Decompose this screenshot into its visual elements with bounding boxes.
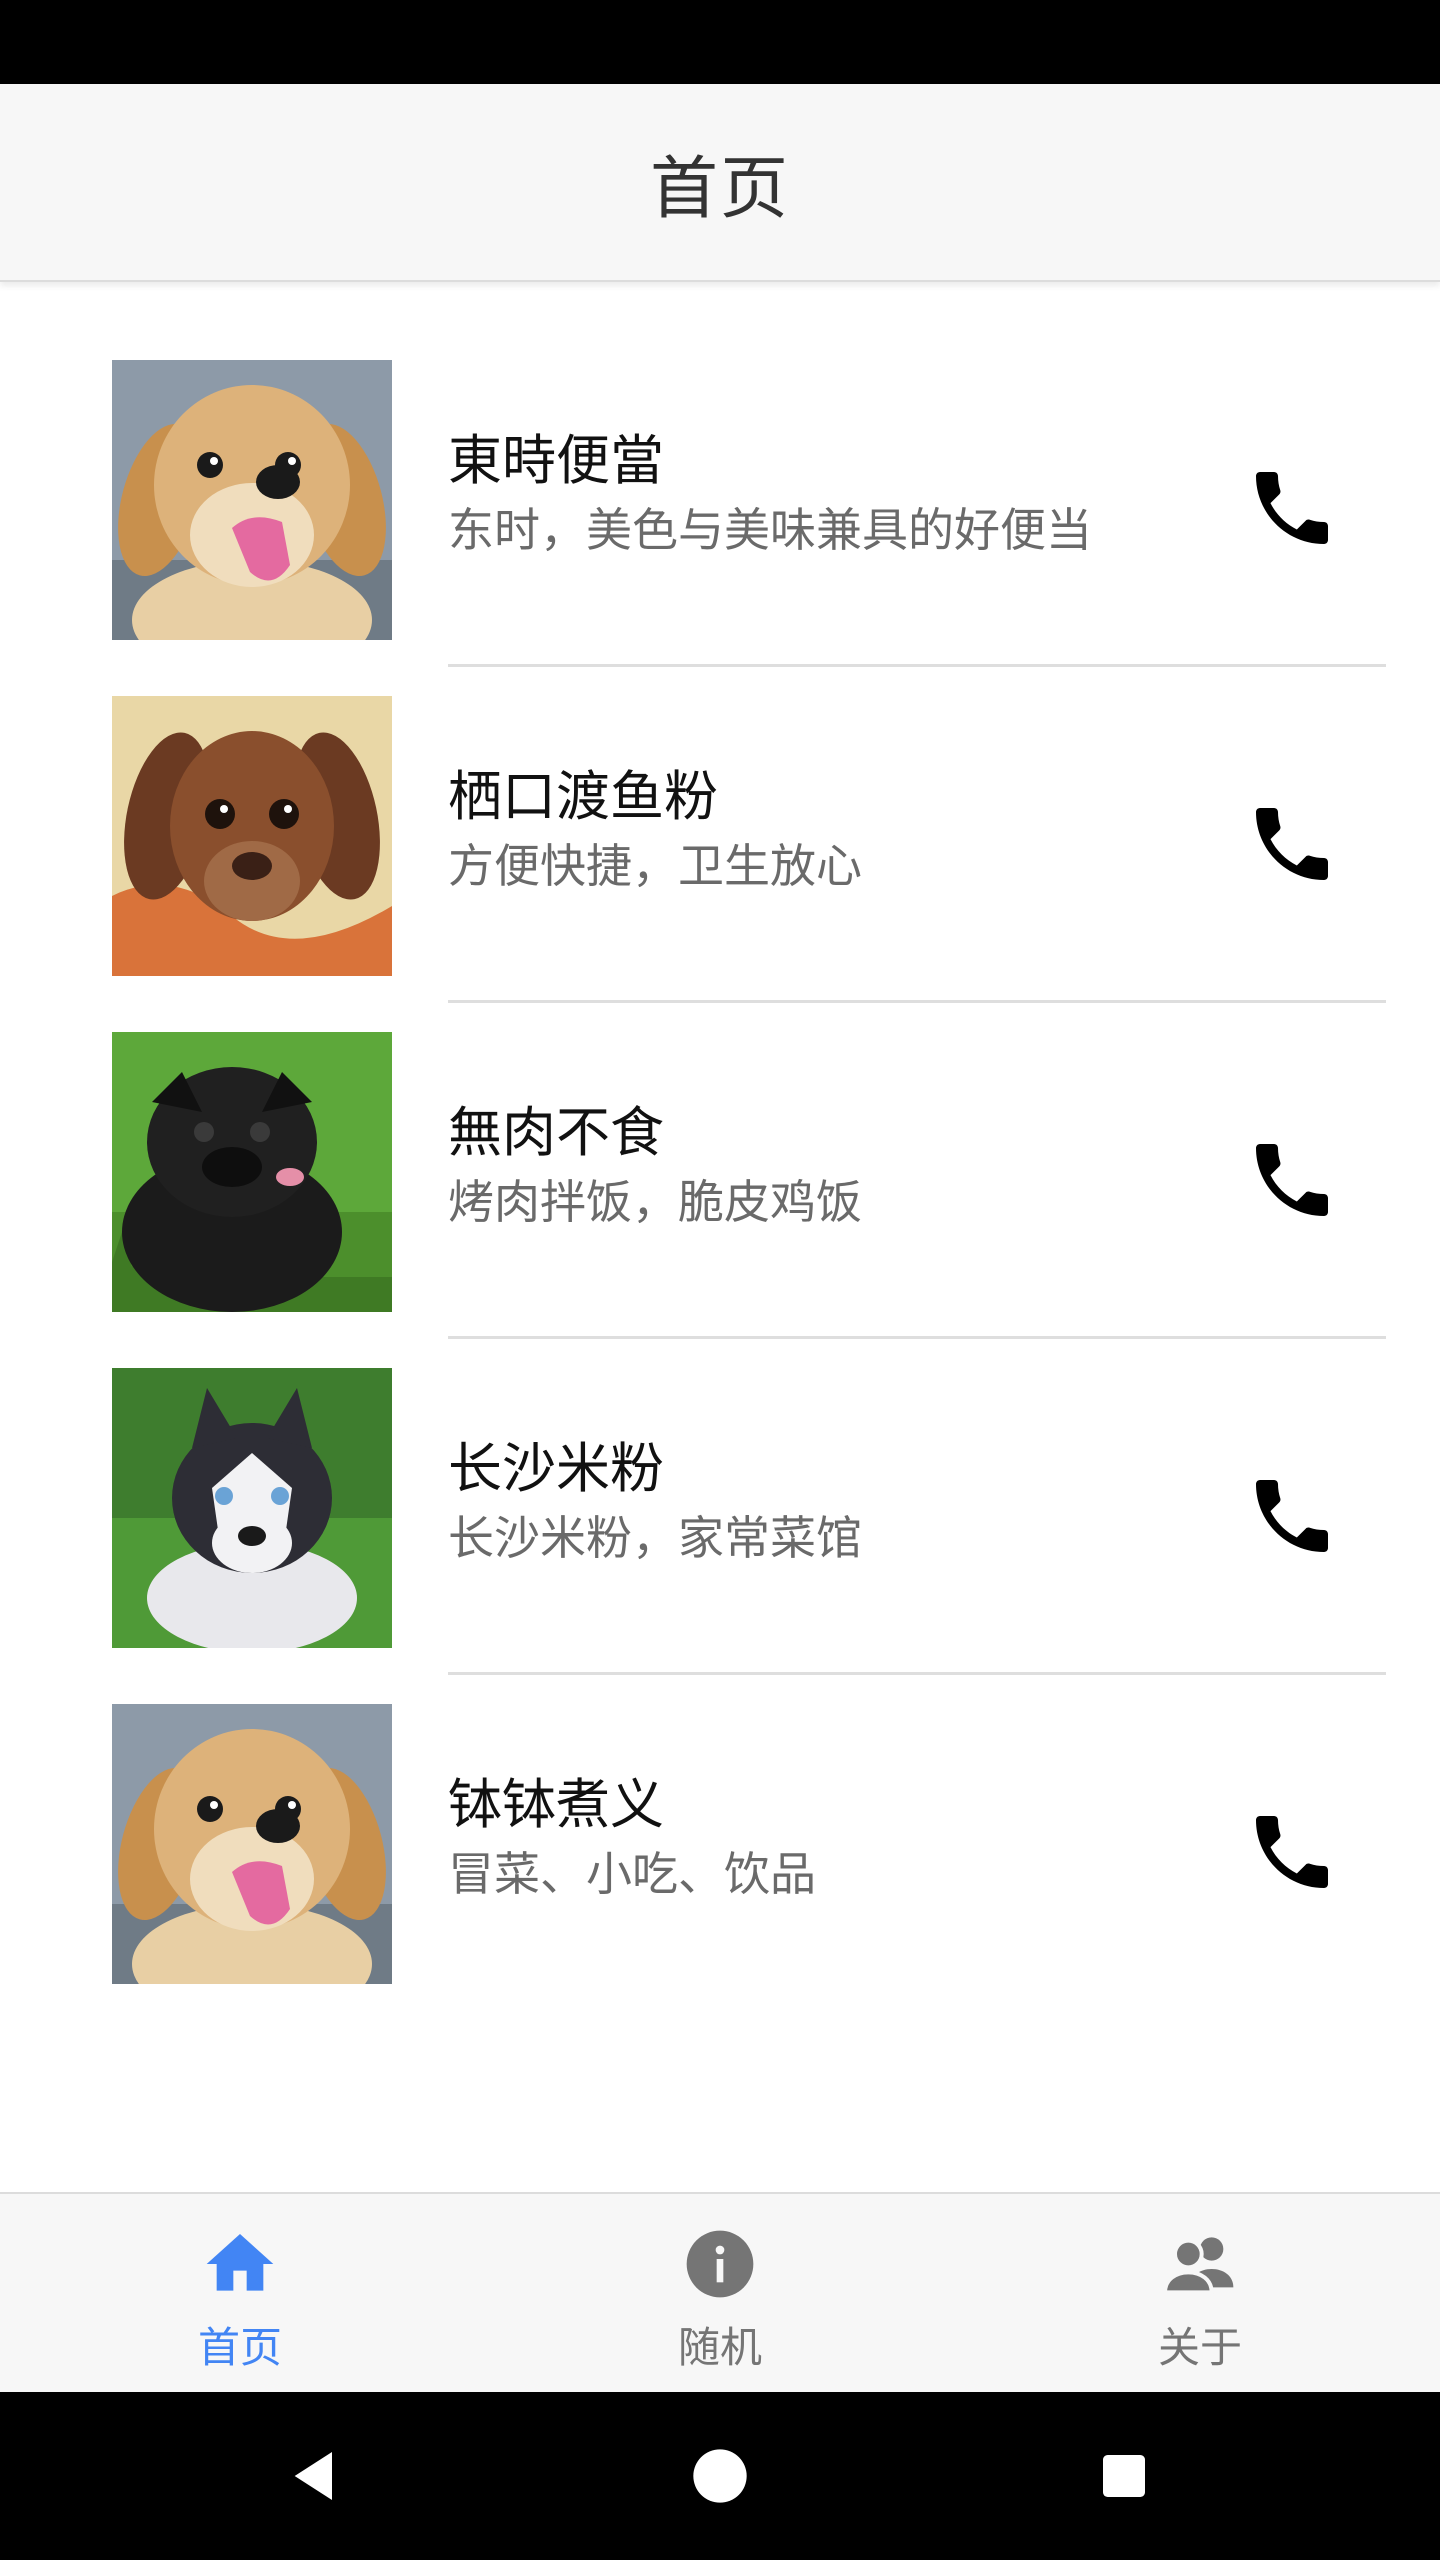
tab-random[interactable]: 随机: [480, 2194, 960, 2394]
home-system-button[interactable]: [670, 2426, 770, 2526]
item-title: 钵钵煮义: [448, 1773, 664, 1836]
home-circle-icon: [693, 2449, 747, 2503]
recents-button[interactable]: [1074, 2426, 1174, 2526]
list-item[interactable]: 钵钵煮义 冒菜、小吃、饮品: [0, 1624, 1440, 1960]
tab-about[interactable]: 关于: [960, 2194, 1440, 2394]
page-title: 首页: [649, 149, 790, 229]
tab-about-label: 关于: [1157, 2323, 1242, 2372]
item-title: 栖口渡鱼粉: [448, 765, 718, 828]
puppy-photo: [112, 1032, 392, 1312]
tab-home-label: 首页: [197, 2323, 282, 2372]
bottom-nav: 首页 随机 关于: [0, 2192, 1440, 2394]
phone-icon: [1244, 796, 1340, 892]
app-header: 首页: [0, 84, 1440, 282]
puppy-photo: [112, 696, 392, 976]
people-icon: [1162, 2237, 1234, 2295]
phone-icon: [1244, 1468, 1340, 1564]
home-icon: [206, 2234, 274, 2291]
call-button[interactable]: [1232, 1792, 1352, 1912]
call-button[interactable]: [1232, 784, 1352, 904]
back-triangle-icon: [294, 2452, 332, 2500]
call-button[interactable]: [1232, 1456, 1352, 1576]
phone-icon: [1244, 1132, 1340, 1228]
system-nav-bar: [0, 2392, 1440, 2560]
list-item[interactable]: 长沙米粉 长沙米粉，家常菜馆: [0, 1288, 1440, 1675]
list-item[interactable]: 東時便當 东时，美色与美味兼具的好便当: [0, 280, 1440, 667]
recents-square-icon: [1103, 2455, 1145, 2497]
item-title: 长沙米粉: [448, 1437, 664, 1500]
call-button[interactable]: [1232, 1120, 1352, 1240]
puppy-photo: [112, 1704, 392, 1984]
item-title: 無肉不食: [448, 1101, 664, 1164]
list-item[interactable]: 栖口渡鱼粉 方便快捷，卫生放心: [0, 616, 1440, 1003]
phone-icon: [1244, 1804, 1340, 1900]
back-button[interactable]: [266, 2426, 366, 2526]
call-button[interactable]: [1232, 448, 1352, 568]
item-subtitle: 烤肉拌饭，脆皮鸡饭: [448, 1175, 862, 1229]
puppy-photo: [112, 1368, 392, 1648]
item-subtitle: 方便快捷，卫生放心: [448, 839, 862, 893]
item-title: 東時便當: [448, 429, 664, 492]
list-item[interactable]: 無肉不食 烤肉拌饭，脆皮鸡饭: [0, 952, 1440, 1339]
tab-home[interactable]: 首页: [0, 2194, 480, 2394]
item-subtitle: 冒菜、小吃、饮品: [448, 1847, 816, 1901]
item-subtitle: 东时，美色与美味兼具的好便当: [448, 503, 1092, 557]
item-subtitle: 长沙米粉，家常菜馆: [448, 1511, 862, 1565]
tab-random-label: 随机: [677, 2323, 762, 2372]
puppy-photo: [112, 360, 392, 640]
phone-icon: [1244, 460, 1340, 556]
info-icon: [686, 2230, 754, 2298]
status-bar: [0, 0, 1440, 84]
